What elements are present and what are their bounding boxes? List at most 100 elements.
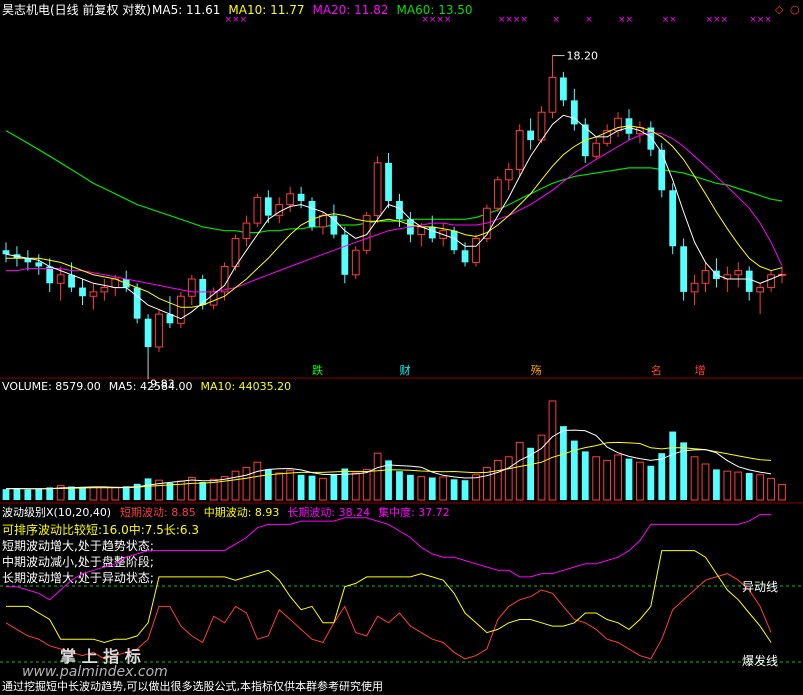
candle-body-7 <box>79 287 86 297</box>
candle-body-29 <box>319 215 327 228</box>
candle-body-64 <box>701 270 710 284</box>
indicator-note-1: 短期波动增大,处于趋势状态; <box>2 539 154 553</box>
high-price-label: 18.20 <box>566 50 598 63</box>
volume-bar-47 <box>515 441 524 501</box>
candle-body-45 <box>493 179 502 209</box>
event-marker-3: 名 <box>651 363 662 377</box>
volume-bar-0 <box>2 489 10 500</box>
top-mark-4: × <box>585 15 593 25</box>
top-mark-2: ×××× <box>498 15 528 25</box>
volume-bar-64 <box>701 463 710 501</box>
candle-body-35 <box>385 162 392 201</box>
volume-bar-42 <box>461 480 469 500</box>
volume-bar-25 <box>275 472 284 501</box>
candle-body-34 <box>373 162 382 217</box>
candle-body-50 <box>548 76 557 113</box>
indicator-note-0: 可排序波动比较短:16.0中:7.5长:6.3 <box>2 522 199 537</box>
volume-bar-45 <box>493 459 502 501</box>
volume-bar-33 <box>362 468 371 501</box>
volume-bar-3 <box>35 488 43 500</box>
main-title: 昊志机电(日线 前复权 对数) <box>2 2 151 17</box>
candle-body-48 <box>527 130 535 141</box>
volume-bar-8 <box>89 486 98 501</box>
volume-bar-63 <box>690 456 699 501</box>
candle-body-24 <box>264 197 272 216</box>
watermark-url: www.palmindex.com <box>22 664 168 680</box>
label-0: VOLUME: 8579.00 <box>2 380 101 393</box>
candle-body-70 <box>767 274 775 289</box>
volume-bar-9 <box>100 487 109 501</box>
event-marker-0: 跌 <box>312 363 323 377</box>
volume-bar-26 <box>286 469 295 501</box>
volume-bar-37 <box>407 474 414 500</box>
volume-bar-39 <box>428 477 436 500</box>
volume-bar-53 <box>581 451 589 500</box>
top-mark-1: ×××× <box>421 15 451 25</box>
volume-bar-51 <box>560 426 567 500</box>
volume-bar-2 <box>24 489 32 500</box>
candle-body-62 <box>680 246 688 292</box>
volume-bar-24 <box>264 469 272 500</box>
footer-note: 通过挖掘短中长波动趋势,可以做出很多选股公式,本指标仅供本群参考研究使用 <box>2 679 383 693</box>
top-mark-7: ××× <box>705 15 728 25</box>
volume-bar-30 <box>330 473 338 500</box>
candle-body-61 <box>669 190 677 247</box>
volume-bar-55 <box>603 459 612 501</box>
volume-bar-46 <box>504 456 513 501</box>
volume-bar-40 <box>439 476 448 501</box>
event-marker-4: 增 <box>695 363 706 377</box>
volume-bar-61 <box>669 431 677 500</box>
zoom-icon[interactable]: ◇ <box>775 3 784 16</box>
candle-body-60 <box>658 149 666 191</box>
volume-bar-41 <box>450 479 458 500</box>
volume-bar-10 <box>111 486 120 501</box>
close-icon[interactable]: ○ <box>790 3 800 16</box>
top-mark-0: ××× <box>225 15 248 25</box>
indicator-title: 波动级别X(10,20,40) <box>2 506 111 519</box>
indicator-note-3: 长期波动增大,处于异动状态; <box>2 571 154 585</box>
candle-body-63 <box>690 282 699 293</box>
candle-body-46 <box>504 169 513 181</box>
volume-bar-17 <box>187 476 196 501</box>
volume-bar-11 <box>122 486 130 500</box>
label-0: MA5: 11.61 <box>152 3 220 17</box>
volume-bar-22 <box>242 467 251 501</box>
volume-bar-57 <box>625 458 633 500</box>
label-2: MA10: 44035.20 <box>200 380 291 393</box>
top-mark-5: ×× <box>618 15 633 25</box>
candle-body-26 <box>286 193 295 206</box>
volume-bar-58 <box>636 461 644 501</box>
volume-bar-4 <box>46 487 54 500</box>
volume-bar-65 <box>713 469 720 500</box>
candle-body-23 <box>253 196 262 224</box>
candle-body-54 <box>592 142 601 157</box>
volume-bar-67 <box>734 471 743 501</box>
volume-bar-35 <box>385 460 392 500</box>
candle-body-32 <box>351 249 360 276</box>
label-2: 长期波动: 38.24 <box>287 506 370 519</box>
event-marker-1: 财 <box>399 363 410 377</box>
label-3: 集中度: 37.72 <box>378 505 450 519</box>
candle-body-39 <box>428 226 436 239</box>
candle-body-43 <box>472 237 480 263</box>
candle-body-12 <box>133 287 141 319</box>
top-mark-8: ××× <box>749 15 772 25</box>
volume-bar-60 <box>658 453 666 500</box>
stock-chart[interactable]: 昊志机电(日线 前复权 对数) MA5: 11.61 MA10: 11.77 MA2… <box>0 0 803 695</box>
volume-bar-13 <box>144 478 152 500</box>
volume-bar-38 <box>417 476 426 501</box>
chart-background <box>0 0 803 695</box>
candle-body-42 <box>461 250 469 263</box>
candle-body-69 <box>756 287 765 293</box>
label-1: MA5: 42584.00 <box>109 380 193 393</box>
label-2: MA20: 11.82 <box>312 3 388 17</box>
label-0: 短期波动: 8.85 <box>120 505 196 519</box>
candle-body-47 <box>515 130 524 171</box>
volume-bar-28 <box>308 475 316 500</box>
volume-bar-70 <box>767 477 775 501</box>
candle-body-27 <box>297 193 305 201</box>
candle-body-16 <box>176 295 185 324</box>
candle-body-13 <box>144 318 152 348</box>
volume-bar-29 <box>319 477 327 501</box>
volume-bar-20 <box>220 476 229 501</box>
